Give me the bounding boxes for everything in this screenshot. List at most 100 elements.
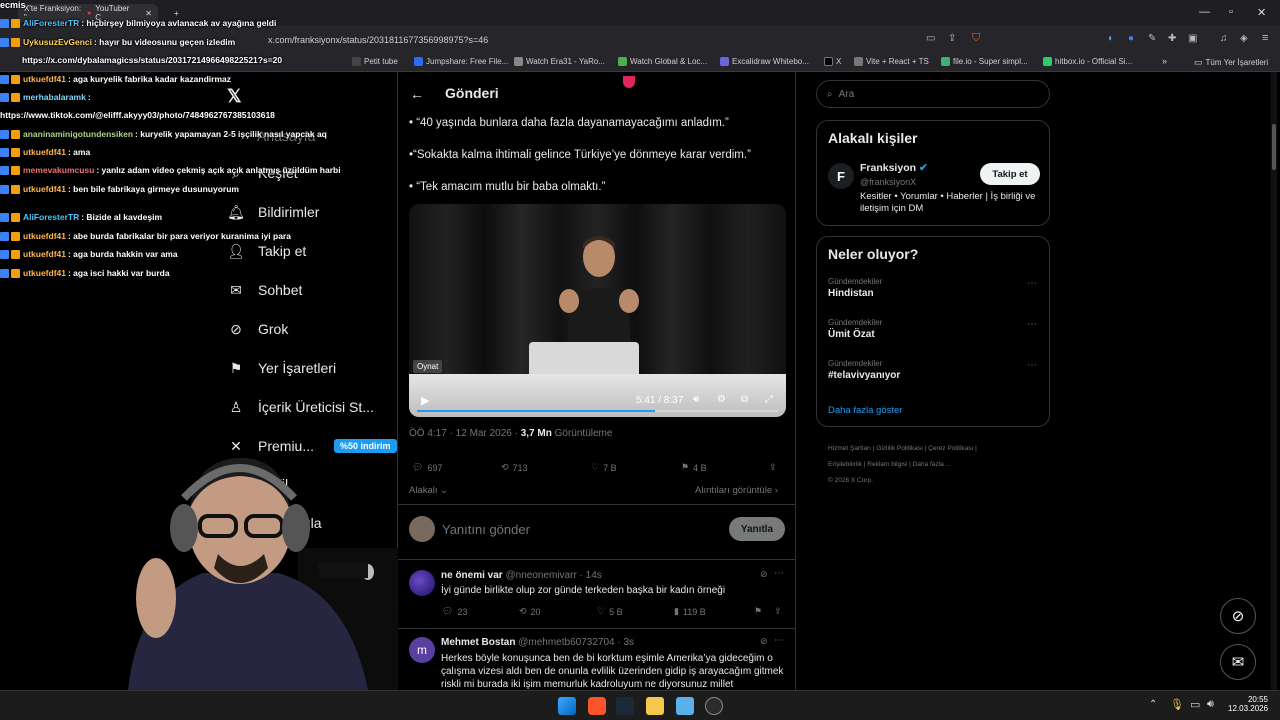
reply-stat[interactable]: 💬︎ 23 — [442, 606, 467, 617]
footer-link[interactable]: Gizlilik Politikası — [876, 445, 923, 452]
volume-icon[interactable]: 🔊︎ — [693, 394, 699, 405]
reply-item[interactable]: ne önemi var @nneonemivarr · 14s ⊘ ⋯ İyi… — [398, 559, 795, 625]
sidebar-icon[interactable]: ▣ — [1188, 33, 1197, 44]
view-quotes-link[interactable]: Alıntıları görüntüle › — [695, 485, 778, 496]
settings-icon[interactable]: ⚙ — [717, 394, 726, 405]
url-field[interactable]: x.com/franksiyonx/status/203181167735699… — [268, 32, 988, 48]
bookmark-3[interactable]: Watch Global & Loc... — [618, 57, 707, 66]
clock[interactable]: 20:55 12.03.2026 — [1228, 695, 1268, 713]
pip-icon[interactable]: ⧉ — [741, 394, 748, 405]
bookmark-5[interactable]: X — [824, 57, 841, 66]
more-options-icon[interactable]: ⋯ — [1027, 360, 1037, 371]
fullscreen-icon[interactable]: ⤢ — [765, 394, 773, 405]
play-icon[interactable]: ▶ — [421, 394, 429, 407]
wallet-icon[interactable]: ◈ — [1240, 33, 1248, 44]
repost-stat[interactable]: ⟲ 713 — [501, 462, 528, 473]
all-bookmarks[interactable]: ▭ Tüm Yer İşaretleri — [1194, 57, 1268, 68]
footer-link[interactable]: Erişilebilirlik — [828, 461, 862, 468]
bookmark-6[interactable]: Vite + React + TS — [854, 57, 929, 66]
desktop-icon[interactable] — [676, 697, 694, 715]
nav-notifications[interactable]: 🔔︎ Bildirimler — [227, 204, 319, 221]
relevant-sort[interactable]: Alakalı ⌄ — [409, 485, 448, 496]
share-icon[interactable]: ⇪ — [774, 606, 782, 617]
follow-button[interactable]: Takip et — [980, 163, 1040, 185]
nav-bookmarks[interactable]: ⚑ Yer İşaretleri — [228, 360, 336, 377]
file-explorer-icon[interactable] — [646, 697, 664, 715]
app-icon[interactable] — [705, 697, 723, 715]
bookmark-4[interactable]: Excalidraw Whitebo... — [720, 57, 809, 66]
bookmark-1[interactable]: Jumpshare: Free File... — [414, 57, 508, 66]
nav-chat[interactable]: ✉ Sohbet — [228, 282, 302, 299]
reply-author[interactable]: Mehmet Bostan — [441, 637, 515, 648]
monitor-icon[interactable]: ▭ — [1190, 698, 1200, 711]
grok-icon[interactable]: ⊘ — [760, 569, 768, 580]
card-title: Alakalı kişiler — [828, 130, 918, 146]
trend-item[interactable]: Gündemdekiler #telavivyanıyor — [828, 359, 900, 381]
bookmark-stat[interactable]: ⚑ 4 B — [681, 462, 707, 473]
nav-grok[interactable]: ⊘ Grok — [228, 321, 288, 338]
grok-fab[interactable]: ⊘ — [1220, 598, 1256, 634]
more-options-icon[interactable]: ⋯ — [1027, 278, 1037, 289]
like-stat[interactable]: ♡ 5 B — [597, 606, 623, 617]
search-input[interactable]: ⌕ Ara — [816, 80, 1050, 108]
nav-follow[interactable]: 👤︎ Takip et — [227, 243, 306, 260]
bookmark-0[interactable]: Petit tube — [352, 57, 398, 66]
reply-item[interactable]: m Mehmet Bostan @mehmetb60732704 · 3s ⊘ … — [398, 628, 795, 692]
avatar[interactable]: F — [828, 163, 854, 189]
folder-icon: ▭ — [1194, 57, 1203, 67]
reply-input[interactable]: Yanıtını gönder — [442, 522, 530, 537]
like-stat[interactable]: ♡ 7 B — [591, 462, 617, 473]
bookmark-icon[interactable]: ⚑ — [754, 606, 762, 617]
reply-stat[interactable]: 💬︎ 697 — [412, 462, 442, 473]
more-options-icon[interactable]: ⋯ — [1027, 319, 1037, 330]
video-person-figure — [559, 236, 639, 359]
footer-link[interactable]: Hizmet Şartları — [828, 445, 871, 452]
repost-stat[interactable]: ⟲ 20 — [519, 606, 541, 617]
trend-item[interactable]: Gündemdekiler Hindistan — [828, 277, 882, 299]
share-icon[interactable]: ⇪ — [948, 33, 956, 44]
video-progress-track[interactable] — [417, 410, 778, 412]
bookmark-2[interactable]: Watch Era31 - YaRo... — [514, 57, 605, 66]
video-player[interactable]: Oynat ▶ 5:41 / 8:37 🔊︎ ⚙ ⧉ ⤢ — [409, 204, 786, 417]
pen-icon[interactable]: ✎ — [1148, 33, 1156, 44]
install-icon[interactable]: ▭ — [926, 33, 935, 44]
more-options-icon[interactable]: ⋯ — [774, 635, 784, 646]
reply-author[interactable]: ne önemi var — [441, 570, 503, 581]
more-bookmarks-icon[interactable]: » — [1162, 56, 1167, 66]
menu-icon[interactable]: ≡ — [1262, 32, 1268, 44]
steam-icon[interactable] — [616, 697, 634, 715]
share-icon[interactable]: ⇪ — [769, 462, 777, 473]
account-name[interactable]: Franksiyon ✔ — [860, 162, 928, 174]
more-options-icon[interactable]: ⋯ — [774, 568, 784, 579]
x-logo-icon[interactable]: 𝕏 — [227, 86, 242, 107]
vpn-icon[interactable]: ● — [1128, 33, 1134, 44]
views-stat[interactable]: ▮ 119 B — [674, 606, 706, 617]
scrollbar[interactable] — [1271, 72, 1277, 690]
volume-icon[interactable]: 🔊︎ — [1207, 698, 1214, 711]
microphone-icon[interactable]: 🎙︎ — [1170, 698, 1184, 711]
music-icon[interactable]: ♫ — [1220, 33, 1228, 44]
footer-link[interactable]: Çerez Politikası — [928, 445, 973, 452]
bookmark-7[interactable]: file.io - Super simpl... — [941, 57, 1028, 66]
maximize-icon[interactable]: ▫ — [1229, 6, 1233, 18]
extension-icon[interactable]: ◐ — [1108, 33, 1114, 44]
chevron-up-icon[interactable]: ⌃ — [1149, 699, 1157, 710]
close-window-icon[interactable]: ✕ — [1257, 6, 1266, 19]
reply-button[interactable]: Yanıtla — [729, 517, 785, 541]
brave-shield-icon[interactable]: ⛉ — [972, 32, 980, 45]
show-more-link[interactable]: Daha fazla göster — [828, 405, 902, 416]
footer-link[interactable]: Daha fazla ... — [913, 461, 951, 468]
scrollbar-thumb[interactable] — [1272, 124, 1276, 170]
footer-link[interactable]: Reklam bilgisi — [867, 461, 907, 468]
minimize-icon[interactable]: — — [1199, 6, 1210, 18]
windows-start-icon[interactable] — [558, 697, 576, 715]
back-arrow-icon[interactable]: ← — [410, 86, 424, 102]
nav-creator-studio[interactable]: ♙ İçerik Üreticisi St... — [228, 399, 374, 416]
brave-browser-icon[interactable] — [588, 697, 606, 715]
grok-icon[interactable]: ⊘ — [760, 636, 768, 647]
bookmark-8[interactable]: hitbox.io - Official Si... — [1043, 57, 1132, 66]
puzzle-icon[interactable]: ✚ — [1168, 33, 1176, 44]
trend-item[interactable]: Gündemdekiler Ümit Özat — [828, 318, 882, 340]
messages-fab[interactable]: ✉ — [1220, 644, 1256, 680]
close-tab-icon[interactable]: ✕ — [145, 9, 152, 18]
